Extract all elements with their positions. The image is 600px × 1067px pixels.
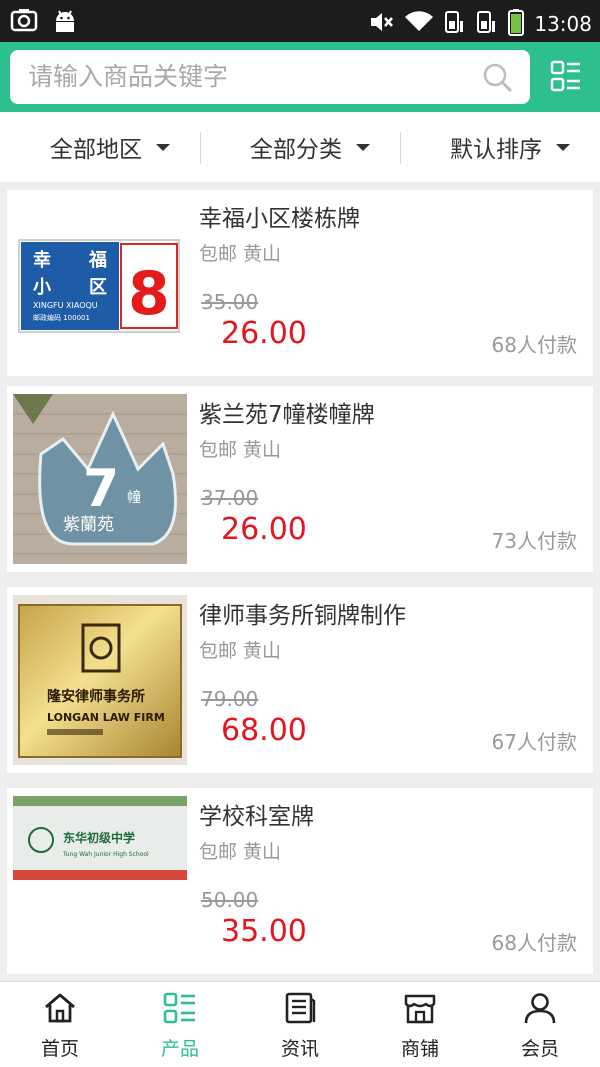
product-title: 幸福小区楼栋牌 <box>199 206 360 232</box>
original-price: 35.00 <box>201 290 259 314</box>
product-title: 紫兰苑7幢楼幢牌 <box>199 402 375 428</box>
product-card[interactable]: 7 幢 紫蘭苑 紫兰苑7幢楼幢牌 包邮 黄山 37.00 26.00 73人付款 <box>7 386 593 572</box>
bottom-tab-bar: 首页 产品 资讯 商铺 会员 <box>0 981 600 1067</box>
sales-count: 73人付款 <box>491 529 577 553</box>
sign-text: Tung Wah Junior High School <box>62 851 149 858</box>
tab-label: 首页 <box>40 1038 79 1060</box>
news-icon <box>283 992 317 1028</box>
screenshot-icon <box>10 8 38 38</box>
status-time: 13:08 <box>534 12 592 36</box>
tab-home[interactable]: 首页 <box>0 982 120 1067</box>
sign-text: 幸 <box>33 249 51 271</box>
sign-text: 隆安律师事务所 <box>47 688 145 705</box>
filter-bar: 全部地区 全部分类 默认排序 <box>0 112 600 182</box>
shop-icon <box>403 992 437 1028</box>
divider <box>400 132 401 164</box>
filter-category[interactable]: 全部分类 <box>250 112 370 182</box>
category-menu-icon[interactable] <box>550 60 582 96</box>
product-price: 68.00 <box>221 713 307 748</box>
sign-text: 邮政编码 100001 <box>33 313 90 322</box>
tab-shops[interactable]: 商铺 <box>360 982 480 1067</box>
sign-text: LONGAN LAW FIRM <box>47 711 165 724</box>
original-price: 79.00 <box>201 687 259 711</box>
dropdown-triangle-icon <box>156 143 170 151</box>
filter-sort[interactable]: 默认排序 <box>450 112 570 182</box>
sim2-signal-icon <box>476 9 498 39</box>
product-shipping: 包邮 黄山 <box>199 841 282 863</box>
sign-number: 8 <box>128 259 170 329</box>
product-image: 东华初级中学 Tung Wah Junior High School <box>13 796 187 880</box>
sign-text: 幢 <box>127 489 141 506</box>
search-input[interactable]: 请输入商品关键字 <box>10 50 530 104</box>
product-shipping: 包邮 黄山 <box>199 243 282 265</box>
divider <box>200 132 201 164</box>
sales-count: 67人付款 <box>491 730 577 754</box>
dropdown-triangle-icon <box>356 143 370 151</box>
mute-icon <box>368 9 394 39</box>
filter-label: 默认排序 <box>450 137 542 163</box>
product-card[interactable]: 东华初级中学 Tung Wah Junior High School 学校科室牌… <box>7 788 593 974</box>
product-price: 26.00 <box>221 512 307 547</box>
filter-region[interactable]: 全部地区 <box>50 112 170 182</box>
sign-text: 区 <box>89 277 107 298</box>
product-title: 学校科室牌 <box>199 804 314 830</box>
original-price: 50.00 <box>201 888 259 912</box>
battery-icon <box>508 8 525 40</box>
search-icon[interactable] <box>482 62 514 98</box>
search-placeholder: 请输入商品关键字 <box>28 62 229 91</box>
product-title: 律师事务所铜牌制作 <box>199 603 406 629</box>
product-shipping: 包邮 黄山 <box>199 439 282 461</box>
search-header: 请输入商品关键字 <box>0 42 600 112</box>
sign-text: 东华初级中学 <box>63 830 135 845</box>
tab-label: 产品 <box>160 1038 199 1060</box>
tab-label: 商铺 <box>400 1038 439 1060</box>
sign-text: 小 <box>33 277 51 298</box>
android-icon <box>52 8 78 38</box>
tab-label: 资讯 <box>280 1038 319 1060</box>
product-price: 26.00 <box>221 316 307 351</box>
tab-news[interactable]: 资讯 <box>240 982 360 1067</box>
user-icon <box>523 992 557 1028</box>
sign-text: 紫蘭苑 <box>63 515 114 535</box>
tab-member[interactable]: 会员 <box>480 982 600 1067</box>
tab-products[interactable]: 产品 <box>120 982 240 1067</box>
product-card[interactable]: 幸 福 小 区 XINGFU XIAOQU 邮政编码 100001 8 幸福小区… <box>7 190 593 376</box>
sign-text: 福 <box>88 249 107 271</box>
product-image: 幸 福 小 区 XINGFU XIAOQU 邮政编码 100001 8 <box>13 198 187 368</box>
sales-count: 68人付款 <box>491 333 577 357</box>
tab-label: 会员 <box>520 1038 559 1060</box>
wifi-icon <box>404 9 434 39</box>
original-price: 37.00 <box>201 486 259 510</box>
product-card[interactable]: 隆安律师事务所 LONGAN LAW FIRM 律师事务所铜牌制作 包邮 黄山 … <box>7 587 593 773</box>
product-price: 35.00 <box>221 914 307 949</box>
status-bar: 13:08 <box>0 0 600 42</box>
filter-label: 全部分类 <box>250 137 342 163</box>
home-icon <box>43 992 77 1028</box>
list-icon <box>163 992 197 1028</box>
filter-label: 全部地区 <box>50 137 142 163</box>
dropdown-triangle-icon <box>556 143 570 151</box>
product-image: 7 幢 紫蘭苑 <box>13 394 187 564</box>
sign-number: 7 <box>83 459 119 519</box>
product-image: 隆安律师事务所 LONGAN LAW FIRM <box>13 595 187 765</box>
sales-count: 68人付款 <box>491 931 577 955</box>
sign-text: XINGFU XIAOQU <box>33 301 98 310</box>
sim1-signal-icon <box>444 9 466 39</box>
product-shipping: 包邮 黄山 <box>199 640 282 662</box>
